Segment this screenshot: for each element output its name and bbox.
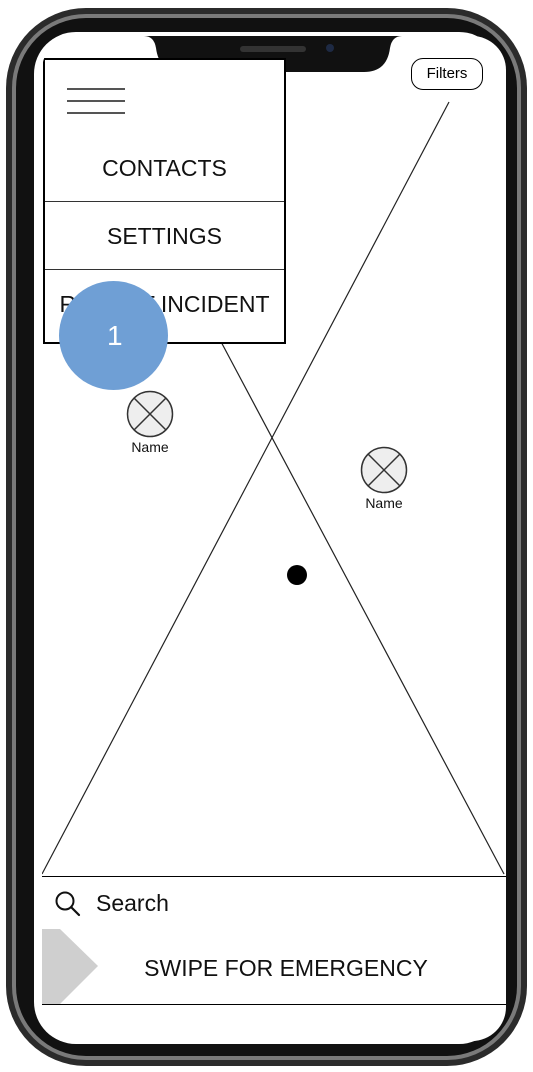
menu-item-contacts[interactable]: CONTACTS: [45, 134, 284, 202]
phone-screen: Filters CONTACTS SETTINGS REPORT INCIDEN…: [42, 36, 506, 1041]
annotation-badge: 1: [59, 281, 168, 390]
map-pin-label: Name: [131, 439, 169, 455]
search-bar[interactable]: Search: [42, 876, 506, 930]
map-pin-contact[interactable]: Name: [120, 390, 180, 455]
swipe-emergency-slider[interactable]: SWIPE FOR EMERGENCY: [42, 929, 506, 1005]
annotation-number: 1: [107, 320, 123, 351]
map-pin-contact[interactable]: Name: [354, 446, 414, 511]
search-icon: [55, 891, 81, 917]
current-location-dot: [287, 565, 307, 585]
filters-button[interactable]: Filters: [411, 58, 483, 90]
hamburger-menu-icon[interactable]: [67, 84, 125, 118]
map-pin-label: Name: [365, 495, 403, 511]
menu-item-settings[interactable]: SETTINGS: [45, 201, 284, 269]
contact-avatar-placeholder-icon: [360, 446, 408, 494]
swipe-emergency-label: SWIPE FOR EMERGENCY: [144, 955, 428, 981]
contact-avatar-placeholder-icon: [126, 390, 174, 438]
search-label: Search: [96, 890, 169, 916]
